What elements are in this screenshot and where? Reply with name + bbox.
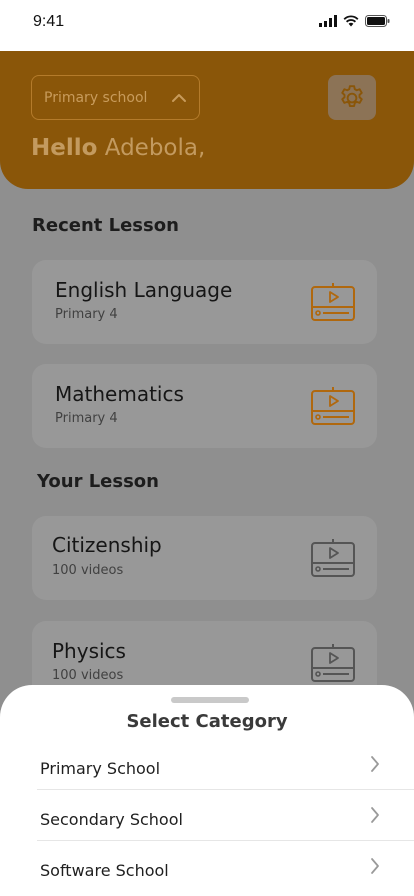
lesson-card-mathematics[interactable]: Mathematics Primary 4 (32, 364, 377, 448)
settings-button[interactable] (328, 75, 376, 120)
category-item-label: Software School (40, 860, 169, 880)
chevron-up-icon (172, 93, 186, 102)
status-bar: 9:41 (0, 0, 414, 51)
lesson-card-citizenship[interactable]: Citizenship 100 videos (32, 516, 377, 600)
your-lesson-heading: Your Lesson (37, 471, 159, 492)
category-item-secondary-school[interactable]: Secondary School (37, 794, 414, 844)
sheet-drag-handle[interactable] (171, 697, 249, 703)
category-bottom-sheet: Select Category Primary School Secondary… (0, 685, 414, 896)
chevron-right-icon (371, 858, 379, 874)
divider (37, 789, 414, 790)
greeting: Hello Adebola, (31, 135, 205, 161)
wifi-icon (343, 15, 359, 27)
lesson-card-title: Mathematics (55, 382, 184, 406)
category-item-software-school[interactable]: Software School (37, 845, 414, 895)
category-item-label: Secondary School (40, 809, 183, 829)
lesson-card-subtitle: Primary 4 (55, 411, 118, 426)
chevron-right-icon (371, 807, 379, 823)
status-icons (319, 15, 390, 27)
video-player-icon (311, 644, 355, 682)
signal-icon (319, 15, 337, 27)
category-item-primary-school[interactable]: Primary School (37, 743, 414, 793)
video-player-icon (311, 387, 355, 425)
level-select-label: Primary school (44, 89, 148, 106)
lesson-card-english[interactable]: English Language Primary 4 (32, 260, 377, 344)
battery-icon (365, 15, 390, 27)
lesson-card-title: Physics (52, 639, 126, 663)
sheet-title: Select Category (126, 711, 288, 732)
lesson-card-subtitle: 100 videos (52, 563, 124, 578)
level-select-dropdown[interactable]: Primary school (31, 75, 200, 120)
lesson-card-title: English Language (55, 278, 233, 302)
recent-lesson-heading: Recent Lesson (32, 215, 179, 236)
lesson-card-subtitle: 100 videos (52, 668, 124, 683)
lesson-card-title: Citizenship (52, 533, 162, 557)
header: Primary school Hello Adebola, (0, 51, 414, 189)
greeting-name: Adebola, (104, 135, 206, 161)
lesson-card-subtitle: Primary 4 (55, 307, 118, 322)
video-player-icon (311, 283, 355, 321)
category-item-label: Primary School (40, 758, 161, 778)
greeting-hello: Hello (31, 135, 98, 161)
video-player-icon (311, 539, 355, 577)
status-time: 9:41 (33, 13, 65, 30)
divider (37, 840, 414, 841)
gear-icon (341, 84, 363, 107)
chevron-right-icon (371, 756, 379, 772)
